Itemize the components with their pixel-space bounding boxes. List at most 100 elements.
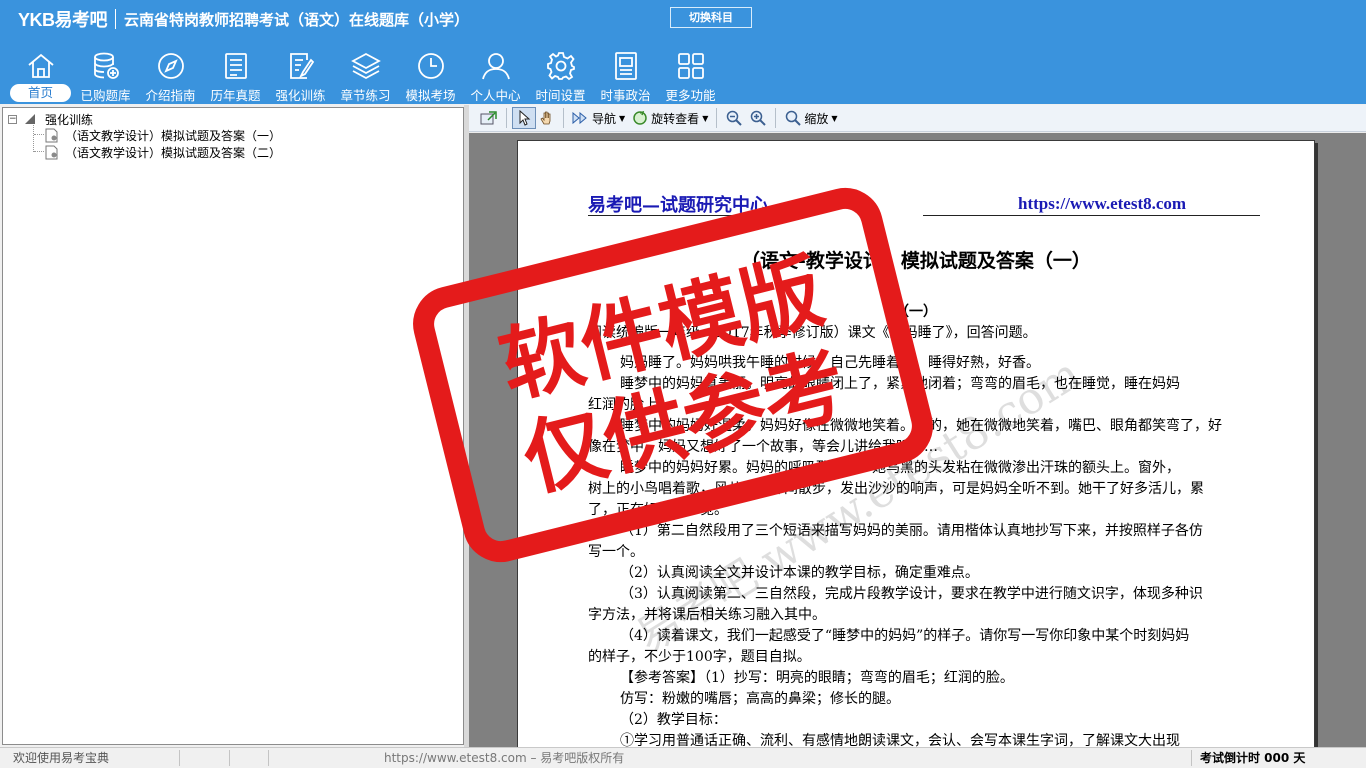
zoom-out-button[interactable] [722,107,746,129]
zoom-label: 缩放 [804,111,829,126]
document-page: 易考吧—试题研究中心 https://www.etest8.com （语文-教学… [517,140,1315,747]
nav-current-affairs[interactable]: 时事政治 [593,46,658,104]
navigate-label: 导航 [592,111,617,126]
tree-root[interactable]: 强化训练 [24,111,93,127]
doc-line: （4）读着课文，我们一起感受了“睡梦中的妈妈”的样子。请你写一写你印象中某个时刻… [620,628,1190,644]
document-scroll-area[interactable]: 易考吧—试题研究中心 https://www.etest8.com （语文-教学… [469,133,1366,747]
status-countdown: 考试倒计时 000 天 [1200,751,1306,765]
hand-tool-button[interactable] [536,107,558,129]
nav-home-label: 首页 [10,84,71,102]
status-bar: 欢迎使用易考宝典 https://www.etest8.com – 易考吧版权所… [0,747,1366,768]
nav-profile[interactable]: 个人中心 [463,46,528,104]
doc-line: （1）第二自然段用了三个短语来描写妈妈的美丽。请用楷体认真地抄写下来，并按照样子… [620,523,1203,539]
checklist-icon [224,53,247,79]
doc-line: （3）认真阅读第二、三自然段，完成片段教学设计，要求在教学中进行随文识字，体现多… [620,586,1203,602]
doc-line: 字方法，并将课后相关练习融入其中。 [588,607,826,623]
tree-collapse-toggle[interactable]: − [8,115,17,124]
toolbar-separator [716,108,718,128]
navigate-icon [572,111,587,125]
tree-item[interactable]: （语文教学设计）模拟试题及答案（一） [45,127,281,143]
title-separator [115,9,117,29]
nav-mock-exam[interactable]: 模拟考场 [398,46,463,104]
doc-line: 【参考答案】（1）抄写：明亮的眼睛；弯弯的眉毛；红润的脸。 [620,670,1014,686]
status-welcome: 欢迎使用易考宝典 [13,751,110,765]
doc-line: 写一个。 [588,544,644,560]
caret-down-icon: ▼ [619,113,626,123]
nav-past-exams-label: 历年真题 [210,88,261,103]
navigate-dropdown[interactable]: 导航 ▼ [569,107,628,129]
doc-line: 像在梦中，妈妈又想好了一个故事，等会儿讲给我听…… [588,439,938,455]
nav-home[interactable]: 首页 [8,46,73,104]
user-icon [481,53,510,80]
doc-line: 妈妈睡了。妈妈哄我午睡的时候，自己先睡着了，睡得好熟，好香。 [620,355,1040,371]
logo: YKB易考吧 [18,10,108,30]
magnifier-icon [786,110,802,126]
switch-subject-button[interactable]: 切换科目 [670,7,752,28]
zoom-in-button[interactable] [746,107,770,129]
tree-item[interactable]: （语文教学设计）模拟试题及答案（二） [45,144,281,160]
nav-past-exams[interactable]: 历年真题 [203,46,268,104]
gear-icon [546,52,575,81]
news-icon [614,52,637,80]
tree-item-label: （语文教学设计）模拟试题及答案（二） [65,145,282,160]
nav-current-affairs-label: 时事政治 [600,88,651,103]
nav-purchased-label: 已购题库 [80,88,131,103]
app-header: YKB易考吧 云南省特岗教师招聘考试（语文）在线题库（小学） 切换科目 首页 已… [0,0,1366,104]
select-tool-button[interactable] [512,107,536,129]
toolbar-separator [775,108,777,128]
caret-down-icon: ▼ [702,113,709,123]
doc-subtitle: （一） [895,304,937,320]
main-nav: 首页 已购题库 介绍指南 历年真题 强化训练 章节练习 模拟考场 个人中心 时间… [8,46,723,104]
doc-line: 睡梦中的妈妈好温柔。妈妈好像在微微地笑着。是的，她在微微地笑着，嘴巴、眼角都笑弯… [620,418,1222,434]
nav-time-settings-label: 时间设置 [535,88,586,103]
doc-title: （语文-教学设计）模拟试题及答案（一） [741,250,1091,272]
nav-purchased[interactable]: 已购题库 [73,46,138,104]
home-icon [27,53,54,78]
export-icon [480,111,497,125]
tree-root-label: 强化训练 [45,112,94,127]
doc-header-brand: 易考吧—试题研究中心 [588,195,768,216]
nav-guide-label: 介绍指南 [145,88,196,103]
rotate-dropdown[interactable]: 旋转查看 ▼ [628,107,711,129]
doc-header-rule [923,215,1260,216]
toolbar-separator [563,108,564,128]
doc-line: 仿写：粉嫩的嘴唇；高高的鼻梁；修长的腿。 [620,691,900,707]
doc-line: 睡梦中的妈妈真美丽。明亮的眼睛闭上了，紧紧地闭着；弯弯的眉毛，也在睡觉，睡在妈妈 [620,376,1180,392]
folder-triangle-icon [25,114,35,124]
rotate-label: 旋转查看 [651,111,700,126]
doc-header-rule [588,215,808,216]
doc-line: ①学习用普通话正确、流利、有感情地朗读课文，会认、会写本课生字词，了解课文大出现 [620,733,1180,747]
doc-line: 了，正在好好睡一觉。 [588,502,728,518]
database-add-icon [93,52,119,79]
doc-line: 树上的小鸟唱着歌，风儿在树叶间散步，发出沙沙的响声，可是妈妈全听不到。她干了好多… [588,481,1204,497]
nav-more[interactable]: 更多功能 [658,46,723,104]
question-tree-panel[interactable] [2,107,464,745]
export-button[interactable] [477,107,501,129]
nav-intensive[interactable]: 强化训练 [268,46,333,104]
hand-icon [540,111,551,125]
tree-guide-line [34,134,44,135]
doc-line: 红润的脸上。 [588,397,672,413]
tree-item-label: （语文教学设计）模拟试题及答案（一） [65,128,282,143]
nav-guide[interactable]: 介绍指南 [138,46,203,104]
toolbar-separator [506,108,507,128]
status-divider [179,750,180,766]
document-icon [45,128,58,142]
compass-icon [157,53,184,79]
layers-icon [350,52,381,80]
nav-chapters[interactable]: 章节练习 [333,46,398,104]
caret-down-icon: ▼ [831,113,838,123]
status-divider [1191,750,1192,766]
rotate-icon [633,110,647,125]
nav-mock-exam-label: 模拟考场 [405,88,456,103]
status-divider [268,750,269,766]
doc-line: （2）教学目标： [620,712,727,728]
tree-guide-line [33,125,34,152]
nav-time-settings[interactable]: 时间设置 [528,46,593,104]
doc-line: （2）认真阅读全文并设计本课的教学目标，确定重难点。 [620,565,979,581]
status-divider [229,750,230,766]
nav-profile-label: 个人中心 [470,88,521,103]
tree-guide-line [34,151,44,152]
nav-chapters-label: 章节练习 [340,88,391,103]
zoom-dropdown[interactable]: 缩放 ▼ [781,107,840,129]
